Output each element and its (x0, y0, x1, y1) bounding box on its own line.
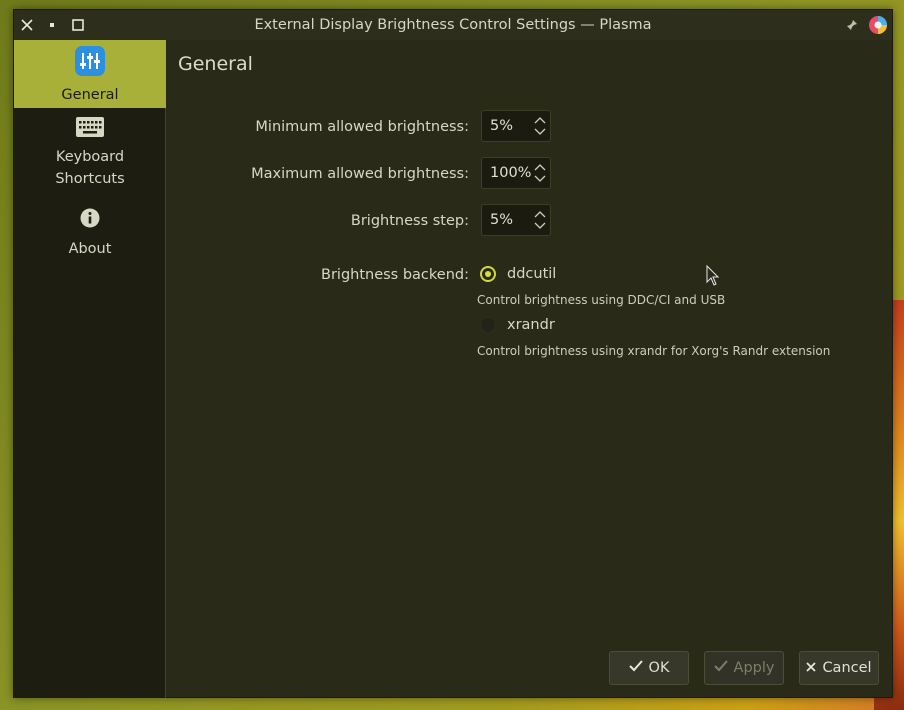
max-brightness-spinbox[interactable]: 100% (481, 157, 551, 189)
sliders-icon (75, 40, 105, 76)
cancel-label: Cancel (822, 660, 872, 676)
apply-label: Apply (733, 660, 775, 676)
sidebar-item-about[interactable]: About (14, 208, 166, 268)
brightness-step-value: 5% (490, 212, 514, 228)
check-icon (628, 660, 643, 676)
ddcutil-radio[interactable] (480, 266, 496, 282)
brightness-backend-label: Brightness backend: (321, 267, 469, 283)
settings-window: External Display Brightness Control Sett… (13, 9, 893, 698)
ddcutil-label[interactable]: ddcutil (507, 266, 556, 282)
sidebar-item-label-line2: Shortcuts (55, 171, 125, 187)
min-brightness-value: 5% (490, 118, 514, 134)
max-brightness-value: 100% (490, 165, 532, 181)
brightness-step-label: Brightness step: (350, 213, 469, 229)
min-brightness-spinbox[interactable]: 5% (481, 110, 551, 142)
sidebar-item-general[interactable]: General (14, 40, 166, 108)
sidebar-item-keyboard-shortcuts[interactable]: Keyboard Shortcuts (14, 116, 166, 196)
xrandr-description: Control brightness using xrandr for Xorg… (477, 344, 831, 358)
brightness-step-spinbox[interactable]: 5% (481, 204, 551, 236)
titlebar: External Display Brightness Control Sett… (14, 10, 892, 40)
spin-arrows-icon[interactable] (533, 208, 547, 232)
sidebar-item-label: General (61, 87, 119, 103)
content-area: General Minimum allowed brightness: 5% M… (166, 40, 892, 697)
spin-arrows-icon[interactable] (533, 114, 547, 138)
page-title: General (178, 53, 253, 75)
keyboard-icon (76, 116, 104, 138)
spin-arrows-icon[interactable] (533, 161, 547, 185)
mouse-cursor-icon (706, 264, 720, 291)
ok-button[interactable]: OK (609, 651, 689, 685)
sidebar-item-label-line1: Keyboard (55, 149, 125, 165)
xrandr-label[interactable]: xrandr (507, 317, 555, 333)
pin-icon[interactable] (842, 15, 862, 35)
sidebar: General Keyboard Shortcuts About (14, 40, 166, 698)
min-brightness-label: Minimum allowed brightness: (255, 119, 469, 135)
info-icon (80, 208, 100, 228)
ok-label: OK (648, 660, 670, 676)
max-brightness-label: Maximum allowed brightness: (251, 166, 469, 182)
close-icon (806, 660, 817, 676)
check-icon (713, 660, 728, 676)
app-icon[interactable] (868, 15, 888, 35)
sidebar-item-label: About (68, 241, 112, 257)
window-title: External Display Brightness Control Sett… (254, 17, 652, 33)
cancel-button[interactable]: Cancel (799, 651, 879, 685)
apply-button[interactable]: Apply (704, 651, 784, 685)
ddcutil-description: Control brightness using DDC/CI and USB (477, 293, 726, 307)
xrandr-radio[interactable] (480, 317, 496, 333)
